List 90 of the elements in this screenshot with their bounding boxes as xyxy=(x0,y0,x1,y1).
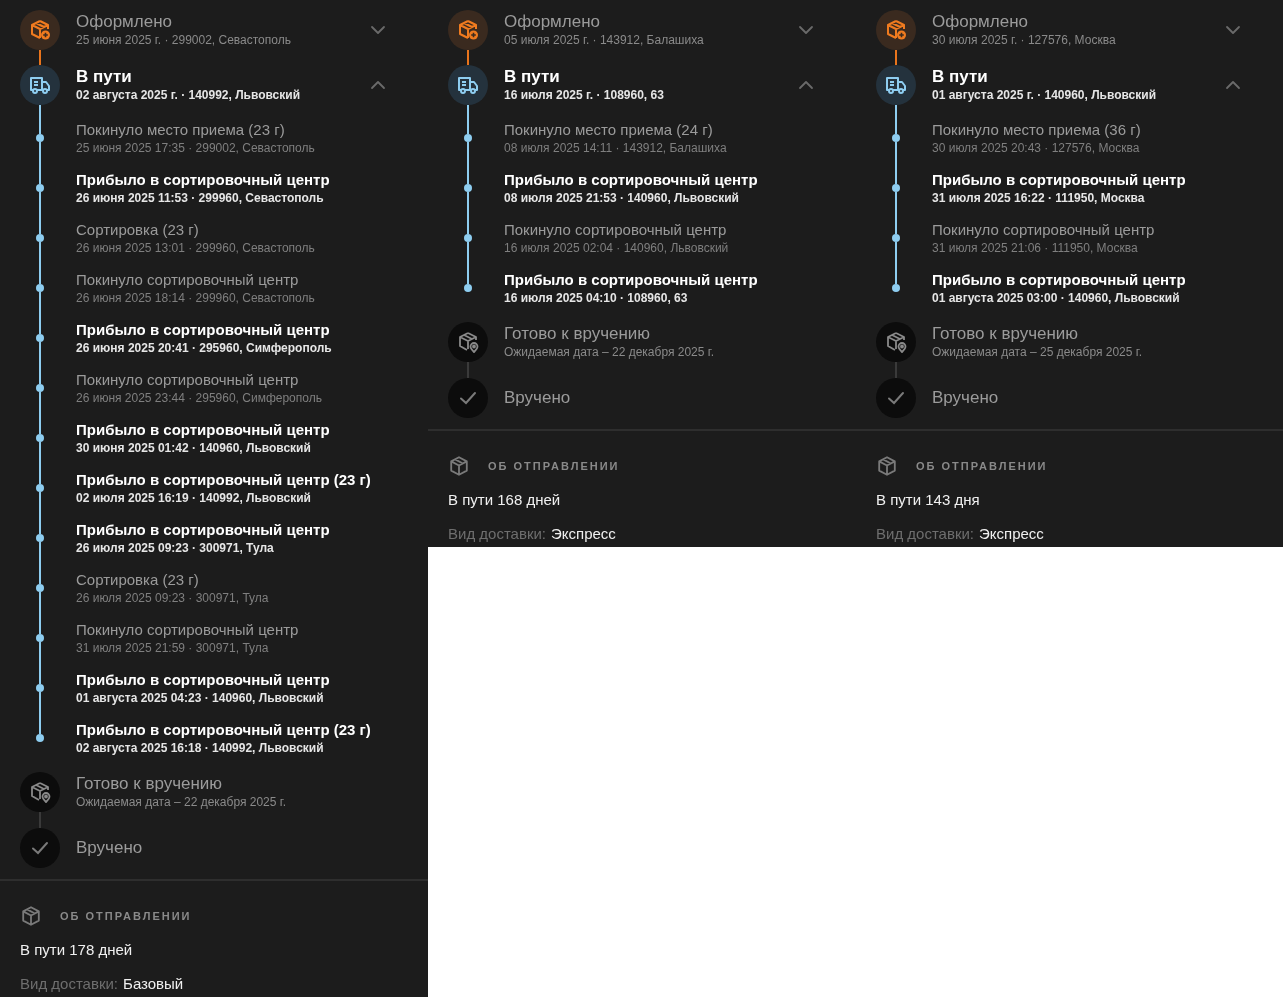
event-title: Сортировка (23 г) xyxy=(76,220,200,240)
event-details: 26 июня 2025 20:41 · 295960, Симферополь xyxy=(76,340,332,356)
stage-title: В пути xyxy=(932,66,989,87)
delivery-label: Вид доставки: xyxy=(20,974,119,994)
section-heading: ОБ ОТПРАВЛЕНИИ xyxy=(60,910,192,922)
event-details: 31 июля 2025 16:22 · 111950, Москва xyxy=(932,190,1146,206)
event-details: 08 июля 2025 14:11 · 143912, Балашиха xyxy=(504,140,727,156)
chevron-up-icon[interactable] xyxy=(1225,80,1241,90)
box-icon xyxy=(20,905,42,927)
box-pin-icon xyxy=(456,330,480,354)
event-details: 16 июля 2025 04:10 · 108960, 63 xyxy=(504,290,689,306)
event-details: 16 июля 2025 02:04 · 140960, Львовский xyxy=(504,240,729,256)
box-plus-icon xyxy=(28,18,52,42)
event-title: Покинуло место приема (24 г) xyxy=(504,120,714,140)
event-title: Покинуло сортировочный центр xyxy=(76,270,300,290)
box-plus-icon xyxy=(456,18,480,42)
box-icon xyxy=(448,455,470,477)
box-icon xyxy=(876,455,898,477)
event-title: Прибыло в сортировочный центр xyxy=(932,270,1186,290)
stage-date: 16 июля 2025 г. · 108960, 63 xyxy=(504,86,665,104)
stage-title: Вручено xyxy=(76,838,144,858)
stage-title: Вручено xyxy=(504,388,572,408)
event-title: Покинуло сортировочный центр xyxy=(76,370,300,390)
section-heading: ОБ ОТПРАВЛЕНИИ xyxy=(488,460,620,472)
event-title: Прибыло в сортировочный центр xyxy=(504,170,758,190)
delivery-type: Экспресс xyxy=(551,524,616,544)
event-title: Покинуло место приема (23 г) xyxy=(76,120,286,140)
stage-title: Готово к вручению xyxy=(932,323,1080,344)
event-details: 31 июля 2025 21:59 · 300971, Тула xyxy=(76,640,270,656)
delivery-label: Вид доставки: xyxy=(448,524,547,544)
event-details: 30 июня 2025 01:42 · 140960, Львовский xyxy=(76,440,312,456)
event-details: 26 июля 2025 09:23 · 300971, Тула xyxy=(76,540,275,556)
event-title: Прибыло в сортировочный центр xyxy=(76,670,330,690)
stage-title: В пути xyxy=(76,66,133,87)
chevron-down-icon[interactable] xyxy=(1225,25,1241,35)
event-title: Прибыло в сортировочный центр (23 г) xyxy=(76,720,371,740)
event-details: 01 августа 2025 04:23 · 140960, Львовский xyxy=(76,690,325,706)
event-details: 26 июня 2025 11:53 · 299960, Севастополь xyxy=(76,190,325,206)
stage-title: В пути xyxy=(504,66,561,87)
event-details: 26 июня 2025 13:01 · 299960, Севастополь xyxy=(76,240,315,256)
section-heading: ОБ ОТПРАВЛЕНИИ xyxy=(916,460,1048,472)
delivery-label: Вид доставки: xyxy=(876,524,975,544)
box-plus-icon xyxy=(884,18,908,42)
transit-duration: В пути 178 дней xyxy=(20,940,134,960)
event-title: Прибыло в сортировочный центр xyxy=(76,320,331,340)
chevron-down-icon[interactable] xyxy=(798,25,814,35)
event-title: Прибыло в сортировочный центр (23 г) xyxy=(76,470,371,490)
event-title: Покинуло сортировочный центр xyxy=(76,620,299,640)
box-pin-icon xyxy=(884,330,908,354)
event-title: Сортировка (23 г) xyxy=(76,570,200,590)
delivery-type: Экспресс xyxy=(979,524,1044,544)
chevron-up-icon[interactable] xyxy=(798,80,814,90)
stage-date: Ожидаемая дата – 22 декабря 2025 г. xyxy=(504,343,716,361)
event-details: 25 июня 2025 17:35 · 299002, Севастополь xyxy=(76,140,315,156)
event-title: Прибыло в сортировочный центр xyxy=(76,170,330,190)
event-title: Прибыло в сортировочный центр xyxy=(504,270,758,290)
event-title: Прибыло в сортировочный центр xyxy=(76,420,330,440)
event-details: 01 августа 2025 03:00 · 140960, Львовский xyxy=(932,290,1181,306)
stage-date: 02 августа 2025 г. · 140992, Львовский xyxy=(76,86,302,104)
event-details: 26 июля 2025 09:23 · 300971, Тула xyxy=(76,590,269,606)
event-details: 02 июля 2025 16:19 · 140992, Львовский xyxy=(76,490,312,506)
transit-duration: В пути 168 дней xyxy=(448,490,562,510)
event-details: 08 июля 2025 21:53 · 140960, Львовский xyxy=(504,190,740,206)
event-details: 31 июля 2025 21:06 · 111950, Москва xyxy=(932,240,1139,256)
stage-title: Готово к вручению xyxy=(504,323,652,344)
event-title: Прибыло в сортировочный центр xyxy=(76,520,330,540)
event-details: 30 июля 2025 20:43 · 127576, Москва xyxy=(932,140,1141,156)
stage-date: 05 июля 2025 г. · 143912, Балашиха xyxy=(504,31,705,49)
stage-date: 01 августа 2025 г. · 140960, Львовский xyxy=(932,86,1158,104)
event-title: Прибыло в сортировочный центр xyxy=(932,170,1186,190)
stage-title: Оформлено xyxy=(504,11,602,32)
event-details: 26 июня 2025 23:44 · 295960, Симферополь xyxy=(76,390,322,406)
transit-duration: В пути 143 дня xyxy=(876,490,981,510)
stage-title: Вручено xyxy=(932,388,1000,408)
stage-title: Готово к вручению xyxy=(76,773,224,794)
chevron-up-icon[interactable] xyxy=(370,80,386,90)
stage-title: Оформлено xyxy=(76,11,174,32)
event-details: 26 июня 2025 18:14 · 299960, Севастополь xyxy=(76,290,315,306)
stage-date: 30 июля 2025 г. · 127576, Москва xyxy=(932,31,1117,49)
event-title: Покинуло сортировочный центр xyxy=(504,220,728,240)
stage-date: Ожидаемая дата – 22 декабря 2025 г. xyxy=(76,793,288,811)
event-details: 02 августа 2025 16:18 · 140992, Львовский xyxy=(76,740,325,756)
delivery-type: Базовый xyxy=(123,974,184,994)
event-title: Покинуло место приема (36 г) xyxy=(932,120,1141,140)
stage-title: Оформлено xyxy=(932,11,1030,32)
event-title: Покинуло сортировочный центр xyxy=(932,220,1155,240)
chevron-down-icon[interactable] xyxy=(370,25,386,35)
stage-date: 25 июня 2025 г. · 299002, Севастополь xyxy=(76,31,292,49)
stage-date: Ожидаемая дата – 25 декабря 2025 г. xyxy=(932,343,1144,361)
box-pin-icon xyxy=(28,780,52,804)
